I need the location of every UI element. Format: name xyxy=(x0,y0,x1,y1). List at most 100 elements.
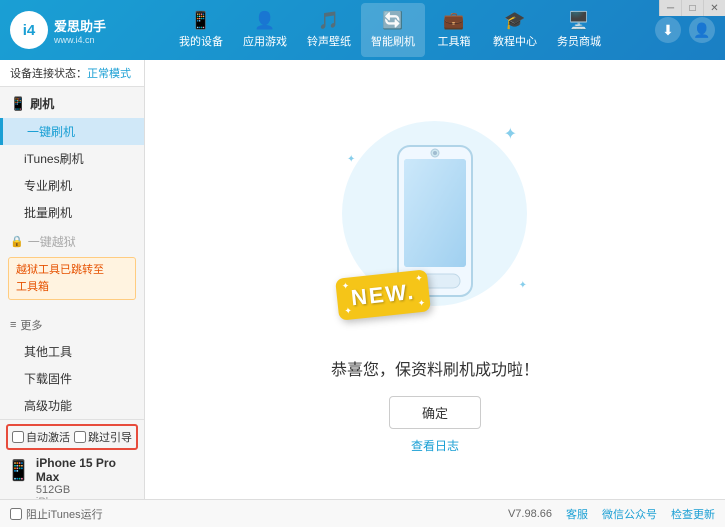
status-value: 正常模式 xyxy=(87,68,131,80)
warning-box: 越狱工具已跳转至工具箱 xyxy=(8,257,136,300)
apps-label: 应用游戏 xyxy=(243,33,287,49)
sidebar-item-advanced[interactable]: 高级功能 xyxy=(0,392,144,419)
bottom-right: V7.98.66 客服 微信公众号 检查更新 xyxy=(508,506,715,522)
tutorials-label: 教程中心 xyxy=(493,33,537,49)
new-badge-stars-top: ✦ xyxy=(341,280,350,292)
lock-icon: 🔒 xyxy=(10,235,24,248)
more-section-header: ≡ 更多 xyxy=(0,312,144,338)
confirm-button-label: 确定 xyxy=(422,406,448,421)
ringtones-label: 铃声壁纸 xyxy=(307,33,351,49)
close-button[interactable]: ✕ xyxy=(703,0,725,16)
nav-tab-smart-flash[interactable]: 🔄 智能刷机 xyxy=(361,3,425,57)
jailbreak-disabled: 🔒 一键越狱 xyxy=(0,228,144,255)
sparkle-left: ✦ xyxy=(347,154,355,165)
sidebar-item-batch-flash[interactable]: 批量刷机 xyxy=(0,199,144,226)
feedback-link[interactable]: 客服 xyxy=(566,506,588,522)
logo: i4 爱思助手 www.i4.cn xyxy=(10,11,125,49)
user-button[interactable]: 👤 xyxy=(689,17,715,43)
maximize-button[interactable]: □ xyxy=(681,0,703,16)
nav-tabs: 📱 我的设备 👤 应用游戏 🎵 铃声壁纸 🔄 智能刷机 💼 工具箱 🎓 教程中心… xyxy=(125,3,655,57)
more-icon: ≡ xyxy=(10,319,16,331)
bottom-bar: 阻止iTunes运行 V7.98.66 客服 微信公众号 检查更新 xyxy=(0,499,725,527)
sidebar-item-pro-flash[interactable]: 专业刷机 xyxy=(0,172,144,199)
pro-flash-label: 专业刷机 xyxy=(24,179,72,193)
my-device-icon: 📱 xyxy=(190,11,211,31)
guide-activate-checkbox[interactable] xyxy=(74,431,86,443)
itunes-checkbox[interactable] xyxy=(10,508,22,520)
apps-icon: 👤 xyxy=(254,11,275,31)
device-info: 📱 iPhone 15 Pro Max 512GB iPhone xyxy=(6,454,138,499)
service-icon: 🖥️ xyxy=(568,11,589,31)
ringtones-icon: 🎵 xyxy=(318,11,339,31)
download-firmware-label: 下载固件 xyxy=(24,372,72,386)
header: i4 爱思助手 www.i4.cn 📱 我的设备 👤 应用游戏 🎵 铃声壁纸 🔄… xyxy=(0,0,725,60)
jailbreak-label: 一键越狱 xyxy=(28,233,76,250)
more-label: 更多 xyxy=(20,317,42,333)
nav-tab-service[interactable]: 🖥️ 务员商城 xyxy=(547,3,611,57)
toolbox-icon: 💼 xyxy=(443,11,464,31)
check-update-link[interactable]: 检查更新 xyxy=(671,506,715,522)
new-badge-text: NEW. xyxy=(350,278,417,311)
success-message: 恭喜您，保资料刷机成功啦！ xyxy=(331,356,539,380)
auto-activate-checkbox[interactable] xyxy=(12,431,24,443)
sidebar-item-one-key-flash[interactable]: 一键刷机 xyxy=(0,118,144,145)
sparkle-top-right: ✦ xyxy=(504,124,517,144)
guide-activate-checkbox-label[interactable]: 跳过引导 xyxy=(74,429,132,445)
advanced-label: 高级功能 xyxy=(24,399,72,413)
flash-section-label: 刷机 xyxy=(30,95,54,112)
device-name: iPhone 15 Pro Max xyxy=(36,456,138,484)
wechat-link[interactable]: 微信公众号 xyxy=(602,506,657,522)
view-log-link[interactable]: 查看日志 xyxy=(411,437,459,454)
sidebar-item-other-tools[interactable]: 其他工具 xyxy=(0,338,144,365)
content-area: ✦ ✦ ✦ xyxy=(145,60,725,499)
device-section: 自动激活 跳过引导 📱 iPhone 15 Pro Max 512GB iPho… xyxy=(0,419,144,499)
bottom-left: 阻止iTunes运行 xyxy=(10,506,103,522)
sidebar-item-itunes-flash[interactable]: iTunes刷机 xyxy=(0,145,144,172)
device-storage: 512GB xyxy=(36,484,138,496)
nav-tab-my-device[interactable]: 📱 我的设备 xyxy=(169,3,233,57)
my-device-label: 我的设备 xyxy=(179,33,223,49)
status-bar: 设备连接状态：正常模式 xyxy=(0,60,144,87)
phone-illustration: ✦ ✦ ✦ xyxy=(325,106,545,346)
smart-flash-label: 智能刷机 xyxy=(371,33,415,49)
other-tools-label: 其他工具 xyxy=(24,345,72,359)
auto-activate-checkbox-label[interactable]: 自动激活 xyxy=(12,429,70,445)
new-badge-stars-bottom-left: ✦ xyxy=(344,305,353,317)
auto-activate-label: 自动激活 xyxy=(26,429,70,445)
device-details: iPhone 15 Pro Max 512GB iPhone xyxy=(36,456,138,499)
nav-tab-tutorials[interactable]: 🎓 教程中心 xyxy=(483,3,547,57)
one-key-flash-label: 一键刷机 xyxy=(27,125,75,139)
minimize-button[interactable]: ─ xyxy=(659,0,681,16)
flash-section-icon: 📱 xyxy=(10,96,26,112)
tutorials-icon: 🎓 xyxy=(504,11,525,31)
nav-tab-ringtones[interactable]: 🎵 铃声壁纸 xyxy=(297,3,361,57)
confirm-button[interactable]: 确定 xyxy=(389,396,481,429)
device-type: iPhone xyxy=(36,496,138,499)
service-label: 务员商城 xyxy=(557,33,601,49)
smart-flash-icon: 🔄 xyxy=(382,11,403,31)
nav-tab-toolbox[interactable]: 💼 工具箱 xyxy=(425,3,483,57)
logo-subtitle: www.i4.cn xyxy=(54,35,106,45)
logo-title: 爱思助手 xyxy=(54,16,106,35)
guide-activate-label: 跳过引导 xyxy=(88,429,132,445)
auto-activate-row: 自动激活 跳过引导 xyxy=(6,424,138,450)
itunes-label: 阻止iTunes运行 xyxy=(26,506,103,522)
header-right: ⬇ 👤 xyxy=(655,17,715,43)
batch-flash-label: 批量刷机 xyxy=(24,206,72,220)
log-link-label: 查看日志 xyxy=(411,439,459,453)
device-phone-icon: 📱 xyxy=(6,458,31,483)
itunes-flash-label: iTunes刷机 xyxy=(24,152,84,166)
flash-section-header: 📱 刷机 xyxy=(0,89,144,118)
nav-tab-apps[interactable]: 👤 应用游戏 xyxy=(233,3,297,57)
logo-text: 爱思助手 www.i4.cn xyxy=(54,16,106,45)
sidebar: 设备连接状态：正常模式 📱 刷机 一键刷机 iTunes刷机 专业刷机 批量刷机… xyxy=(0,60,145,499)
sidebar-item-download-firmware[interactable]: 下载固件 xyxy=(0,365,144,392)
warning-text: 越狱工具已跳转至工具箱 xyxy=(16,264,104,293)
new-badge: ✦ ✦ NEW. ✦ ✦ xyxy=(335,269,431,320)
logo-icon: i4 xyxy=(10,11,48,49)
sparkle-bottom-right: ✦ xyxy=(519,280,527,291)
toolbox-label: 工具箱 xyxy=(438,33,471,49)
new-badge-stars-bottom-right: ✦ xyxy=(417,297,426,309)
download-button[interactable]: ⬇ xyxy=(655,17,681,43)
version-label: V7.98.66 xyxy=(508,508,552,520)
